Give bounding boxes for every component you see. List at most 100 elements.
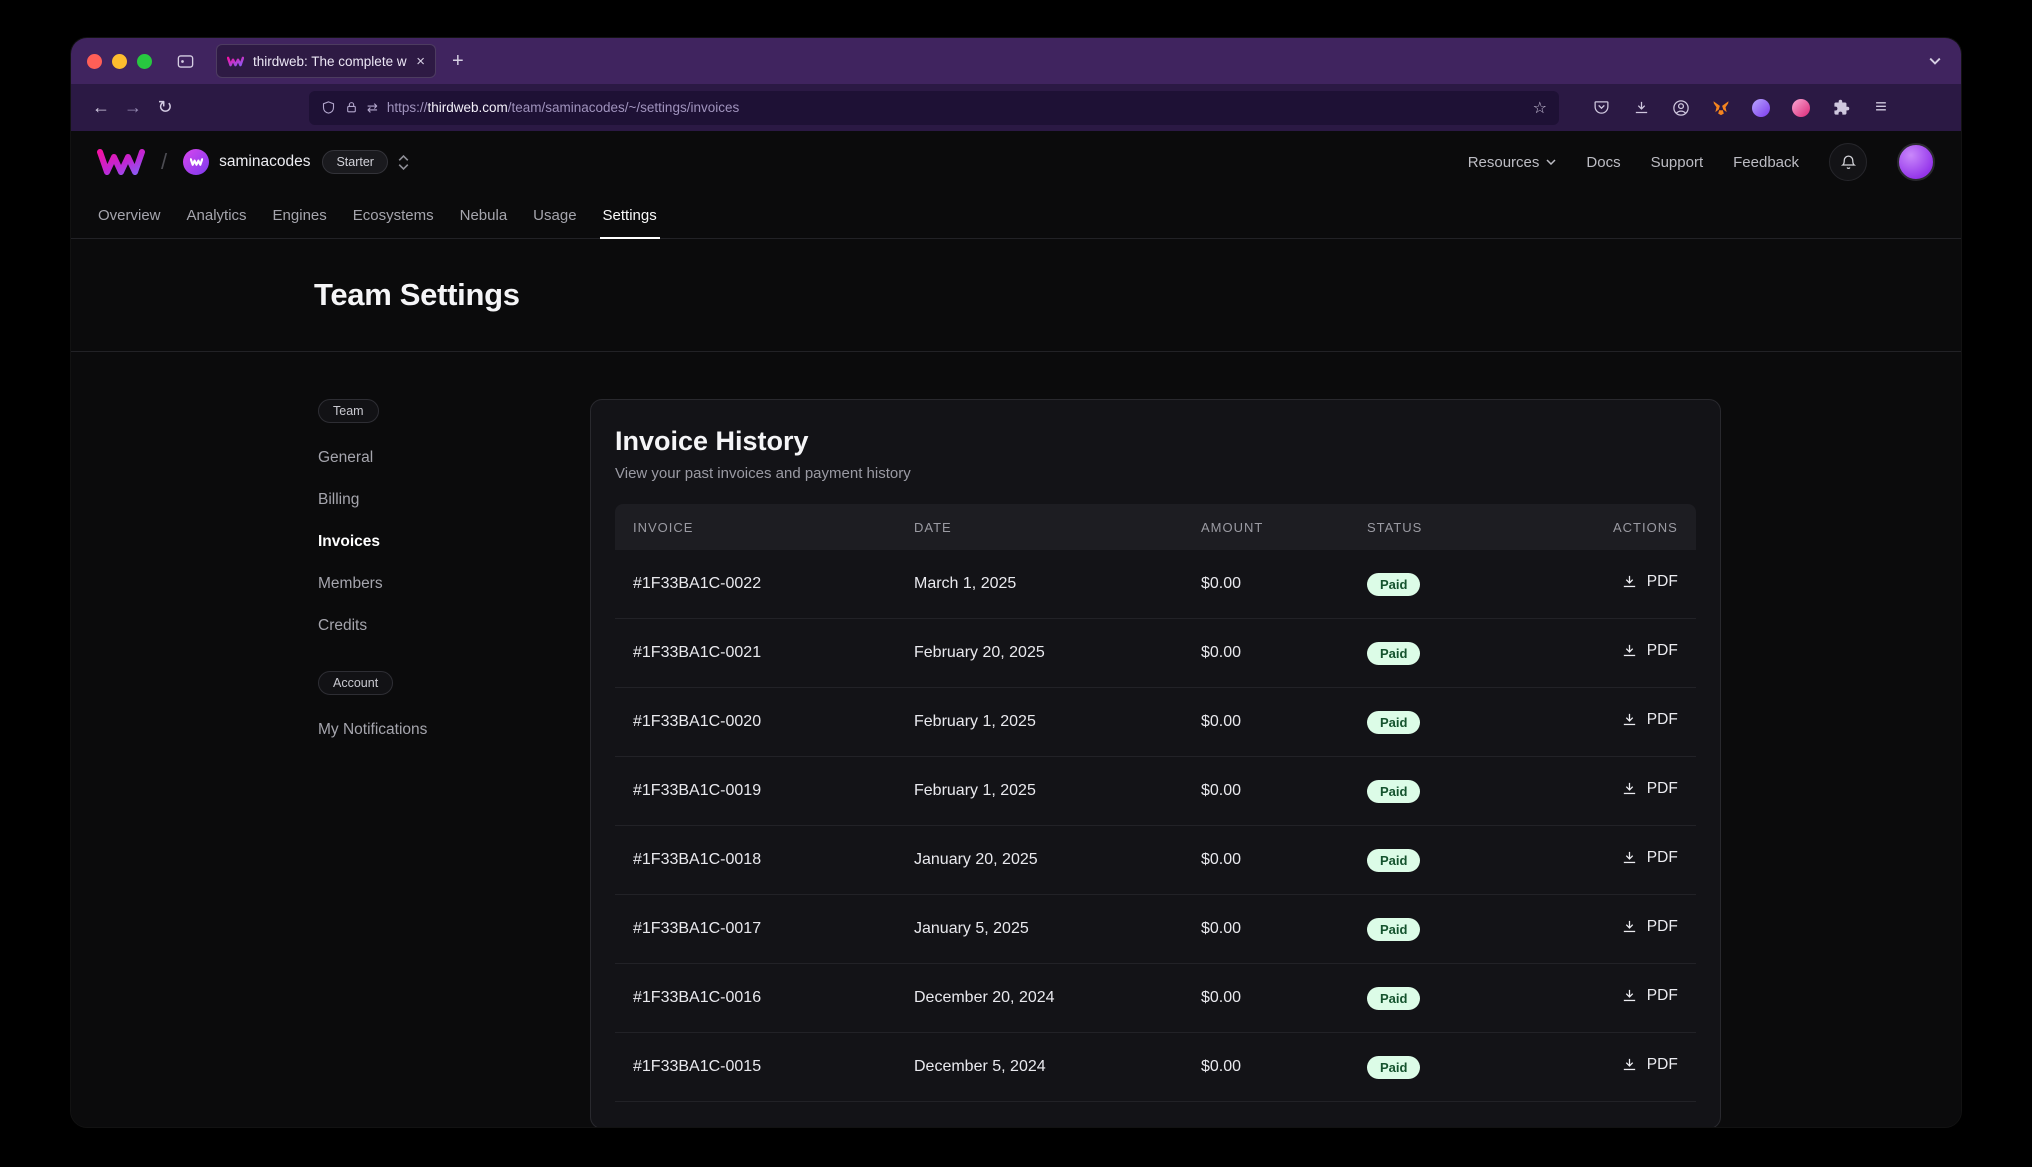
pink-extension-glyph [1792, 99, 1810, 117]
url-protocol: https:// [387, 100, 428, 115]
download-pdf-button[interactable]: PDF [1621, 1056, 1678, 1074]
team-avatar [183, 149, 209, 175]
invoice-amount: $0.00 [1201, 782, 1367, 800]
sidebar-item-my-notifications[interactable]: My Notifications [318, 709, 590, 751]
download-icon [1621, 711, 1638, 728]
downloads-icon[interactable] [1625, 92, 1657, 124]
table-row: #1F33BA1C-0020 February 1, 2025 $0.00 Pa… [615, 688, 1696, 757]
status-badge: Paid [1367, 711, 1420, 734]
window-close-button[interactable] [87, 54, 102, 69]
team-switcher[interactable]: saminacodes Starter [183, 149, 409, 175]
status-cell: Paid [1367, 711, 1613, 734]
download-pdf-button[interactable]: PDF [1621, 573, 1678, 591]
metamask-extension-icon[interactable] [1705, 92, 1737, 124]
invoice-number: #1F33BA1C-0022 [633, 575, 914, 593]
invoice-date: February 1, 2025 [914, 782, 1201, 800]
invoice-amount: $0.00 [1201, 920, 1367, 938]
invoice-history-card: Invoice History View your past invoices … [590, 399, 1721, 1127]
menu-icon[interactable]: ≡ [1865, 92, 1897, 124]
url-text: https://thirdweb.com/team/saminacodes/~/… [387, 100, 1524, 115]
invoice-date: January 20, 2025 [914, 851, 1201, 869]
address-bar[interactable]: ⇄ https://thirdweb.com/team/saminacodes/… [309, 91, 1559, 125]
column-status: STATUS [1367, 520, 1613, 535]
card-subtitle: View your past invoices and payment hist… [615, 465, 1696, 482]
sidebar-item-billing[interactable]: Billing [318, 479, 590, 521]
pocket-icon[interactable] [1585, 92, 1617, 124]
firefox-view-icon[interactable] [168, 44, 202, 78]
tab-usage[interactable]: Usage [520, 193, 589, 238]
lock-icon [345, 101, 358, 114]
download-icon [1621, 780, 1638, 797]
thirdweb-logo[interactable] [97, 149, 145, 175]
download-pdf-button[interactable]: PDF [1621, 918, 1678, 936]
download-pdf-button[interactable]: PDF [1621, 849, 1678, 867]
tab-analytics[interactable]: Analytics [174, 193, 260, 238]
feedback-link[interactable]: Feedback [1733, 154, 1799, 171]
breadcrumb-separator: / [161, 149, 167, 175]
sidebar-item-credits[interactable]: Credits [318, 605, 590, 647]
pocket-glyph [1593, 99, 1610, 116]
notifications-bell-icon[interactable] [1829, 143, 1867, 181]
download-pdf-button[interactable]: PDF [1621, 711, 1678, 729]
tab-close-button[interactable]: × [416, 54, 425, 69]
support-label: Support [1651, 154, 1704, 171]
firefox-view-glyph [176, 52, 195, 71]
download-icon [1621, 642, 1638, 659]
sidebar-item-members[interactable]: Members [318, 563, 590, 605]
status-cell: Paid [1367, 987, 1613, 1010]
new-tab-button[interactable]: + [452, 50, 464, 73]
table-row: #1F33BA1C-0022 March 1, 2025 $0.00 Paid … [615, 550, 1696, 619]
resources-menu[interactable]: Resources [1468, 154, 1557, 171]
extension-purple-icon[interactable] [1745, 92, 1777, 124]
list-all-tabs-button[interactable] [1929, 57, 1941, 65]
download-glyph [1633, 99, 1650, 116]
status-badge: Paid [1367, 642, 1420, 665]
extension-pink-icon[interactable] [1785, 92, 1817, 124]
download-pdf-button[interactable]: PDF [1621, 780, 1678, 798]
extensions-puzzle-icon[interactable] [1825, 92, 1857, 124]
thirdweb-dashboard: / saminacodes Starter Resources Docs Sup… [71, 131, 1961, 1127]
forward-button[interactable]: → [117, 92, 149, 124]
status-cell: Paid [1367, 573, 1613, 596]
sidebar-item-general[interactable]: General [318, 437, 590, 479]
url-path: /team/saminacodes/~/settings/invoices [508, 100, 740, 115]
status-cell: Paid [1367, 780, 1613, 803]
tracking-protection-shield-icon[interactable] [321, 100, 336, 115]
tab-ecosystems[interactable]: Ecosystems [340, 193, 447, 238]
pdf-label: PDF [1647, 918, 1678, 936]
column-amount: AMOUNT [1201, 520, 1367, 535]
url-domain: thirdweb.com [427, 100, 507, 115]
status-cell: Paid [1367, 642, 1613, 665]
reload-button[interactable]: ↻ [149, 92, 181, 124]
toolbar-icon-cluster: ≡ [1585, 92, 1897, 124]
invoice-amount: $0.00 [1201, 575, 1367, 593]
status-badge: Paid [1367, 918, 1420, 941]
status-cell: Paid [1367, 849, 1613, 872]
back-button[interactable]: ← [85, 92, 117, 124]
browser-tab[interactable]: thirdweb: The complete web3 d × [216, 44, 436, 78]
invoice-number: #1F33BA1C-0021 [633, 644, 914, 662]
column-actions: ACTIONS [1613, 520, 1678, 535]
docs-link[interactable]: Docs [1586, 154, 1620, 171]
invoice-date: December 20, 2024 [914, 989, 1201, 1007]
sidebar-item-invoices[interactable]: Invoices [318, 521, 590, 563]
download-pdf-button[interactable]: PDF [1621, 642, 1678, 660]
window-minimize-button[interactable] [112, 54, 127, 69]
account-icon[interactable] [1665, 92, 1697, 124]
tab-overview[interactable]: Overview [85, 193, 174, 238]
tab-engines[interactable]: Engines [260, 193, 340, 238]
bookmark-star-icon[interactable]: ☆ [1533, 98, 1547, 118]
lock-glyph [345, 101, 358, 114]
table-row: #1F33BA1C-0016 December 20, 2024 $0.00 P… [615, 964, 1696, 1033]
tab-settings[interactable]: Settings [590, 193, 670, 238]
download-pdf-button[interactable]: PDF [1621, 987, 1678, 1005]
pdf-label: PDF [1647, 1056, 1678, 1074]
user-avatar[interactable] [1897, 143, 1935, 181]
chevron-down-icon [1546, 159, 1556, 165]
tab-nebula[interactable]: Nebula [447, 193, 521, 238]
actions-cell: PDF [1613, 1056, 1678, 1079]
window-zoom-button[interactable] [137, 54, 152, 69]
support-link[interactable]: Support [1651, 154, 1704, 171]
chevron-up-down-icon [398, 155, 409, 170]
actions-cell: PDF [1613, 849, 1678, 872]
